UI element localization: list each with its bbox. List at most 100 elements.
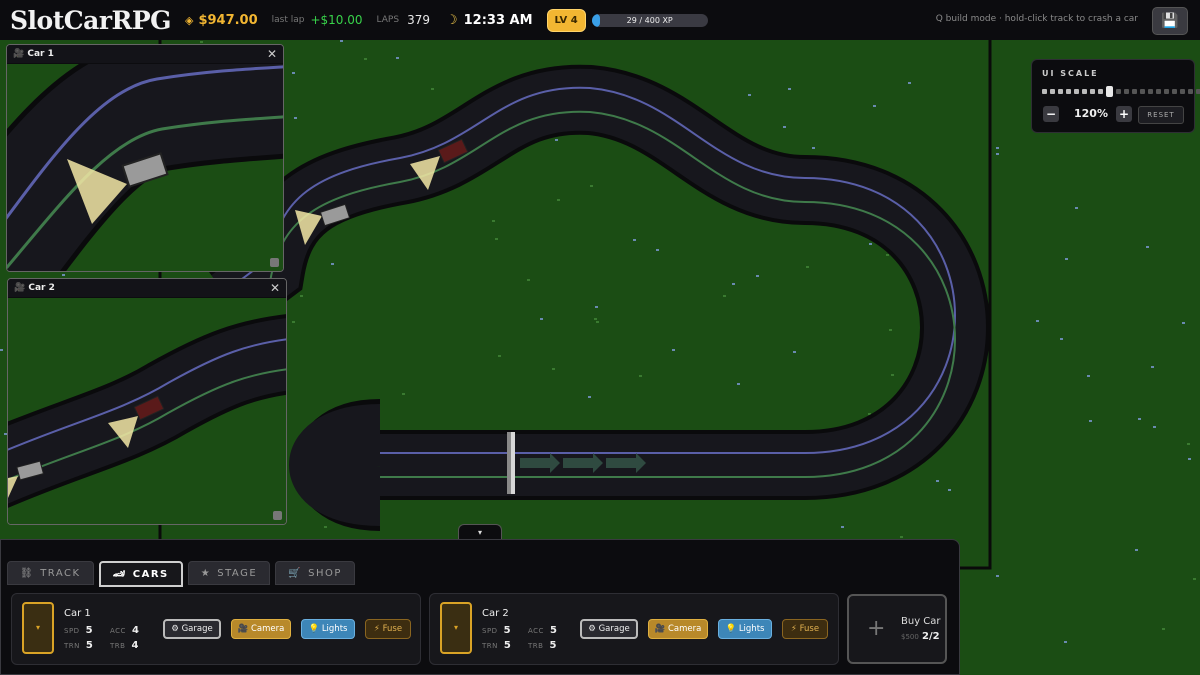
slider-knob[interactable] [1106, 86, 1113, 97]
camera-button[interactable]: 🎥 Camera [231, 619, 291, 639]
tab-cars[interactable]: 🏎 CARS [98, 561, 183, 587]
slider-step[interactable] [1058, 89, 1063, 94]
fuse-button[interactable]: ⚡ Fuse [365, 619, 411, 639]
money-display: ◈ $947.00 [185, 13, 258, 28]
slider-step[interactable] [1050, 89, 1055, 94]
grass-tuft [492, 220, 495, 222]
grass-tuft [996, 153, 999, 155]
garage-button[interactable]: ⚙ Garage [580, 619, 638, 639]
tab-shop[interactable]: 🛒 SHOP [275, 561, 355, 585]
grass-tuft [527, 279, 530, 281]
slider-step[interactable] [1172, 89, 1177, 94]
cart-icon: 🛒 [288, 567, 303, 579]
lights-button[interactable]: 💡 Lights [301, 619, 355, 639]
scale-decrease-button[interactable]: − [1043, 106, 1059, 122]
buy-car-label: Buy Car [901, 616, 941, 627]
slider-step[interactable] [1188, 89, 1193, 94]
grass-tuft [596, 321, 599, 323]
stat-trn: TRN 5 [482, 640, 512, 651]
grass-tuft [948, 489, 951, 491]
resize-handle[interactable] [273, 511, 282, 520]
grass-tuft [841, 526, 844, 528]
camera-icon: 🎥 [14, 283, 26, 293]
camera-window-car-1[interactable]: 🎥 Car 1 ✕ [6, 44, 284, 272]
grass-tuft [869, 243, 872, 245]
slider-step[interactable] [1042, 89, 1047, 94]
garage-button[interactable]: ⚙ Garage [163, 619, 221, 639]
tab-stage[interactable]: ★ STAGE [187, 561, 271, 585]
grass-tuft [1065, 258, 1068, 260]
car-color-slot[interactable]: ▾ [22, 602, 54, 654]
save-button[interactable]: 💾 [1152, 7, 1188, 35]
slider-step[interactable] [1180, 89, 1185, 94]
ui-scale-panel: UI SCALE − 120% + RESET [1031, 59, 1200, 133]
coin-icon: ◈ [184, 13, 194, 27]
close-icon[interactable]: ✕ [270, 281, 280, 295]
grass-tuft [936, 480, 939, 482]
slider-step[interactable] [1066, 89, 1071, 94]
close-icon[interactable]: ✕ [267, 47, 277, 61]
resize-handle[interactable] [270, 258, 279, 267]
grass-tuft [498, 355, 501, 357]
grass-tuft [633, 239, 636, 241]
camera-header[interactable]: 🎥 Car 1 ✕ [7, 45, 283, 63]
slider-step[interactable] [1074, 89, 1079, 94]
tab-label: SHOP [308, 567, 342, 579]
slider-step[interactable] [1164, 89, 1169, 94]
slider-step[interactable] [1116, 89, 1121, 94]
car-color-slot[interactable]: ▾ [440, 602, 472, 654]
grass-tuft [1182, 322, 1185, 324]
slider-step[interactable] [1148, 89, 1153, 94]
slider-step[interactable] [1132, 89, 1137, 94]
camera-title-text: Car 2 [28, 283, 55, 293]
camera-title: 🎥 Car 2 [14, 283, 55, 293]
tab-track[interactable]: ⛓ TRACK [7, 561, 94, 585]
stat-acc: ACC 5 [528, 625, 558, 636]
lights-button[interactable]: 💡 Lights [718, 619, 772, 639]
grass-tuft [292, 321, 295, 323]
scale-value: 120% [1074, 107, 1108, 120]
finish-checker [507, 432, 511, 494]
grass-tuft [1153, 426, 1156, 428]
camera-title: 🎥 Car 1 [13, 49, 54, 59]
grass-tuft [1135, 549, 1138, 551]
slider-step[interactable] [1098, 89, 1103, 94]
grass-tuft [62, 274, 65, 276]
grass-tuft [1036, 320, 1039, 322]
slider-step[interactable] [1124, 89, 1129, 94]
grass-tuft [495, 238, 498, 240]
grass-tuft [0, 349, 3, 351]
bottom-panel: ⛓ TRACK 🏎 CARS ★ STAGE 🛒 SHOP ▾ Car 1 SPD 5 A… [0, 539, 960, 675]
grass-tuft [396, 57, 399, 59]
tab-label: CARS [132, 568, 169, 580]
fuse-button[interactable]: ⚡ Fuse [782, 619, 828, 639]
stat-trb: TRB 5 [528, 640, 557, 651]
grass-tuft [552, 368, 555, 370]
slider-step[interactable] [1196, 89, 1200, 94]
slider-step[interactable] [1140, 89, 1145, 94]
grass-tuft [1060, 338, 1063, 340]
buy-car-button[interactable]: + Buy Car $500 2/2 [847, 594, 947, 664]
grass-tuft [200, 41, 203, 43]
camera-window-car-2[interactable]: 🎥 Car 2 ✕ [7, 278, 287, 525]
level-badge: LV 4 [546, 8, 586, 32]
car-card-2: ▾ Car 2 SPD 5 ACC 5 TRN 5 TRB 5 ⚙ Garage 🎥 C… [429, 593, 839, 665]
car-count: 2/2 [922, 631, 940, 642]
build-mode-hint: Q build mode · hold-click track to crash… [935, 14, 1138, 24]
grass-tuft [300, 295, 303, 297]
plus-icon: + [867, 616, 886, 641]
grass-tuft [595, 306, 598, 308]
grass-tuft [1187, 443, 1190, 445]
camera-header[interactable]: 🎥 Car 2 ✕ [8, 279, 286, 297]
camera-button[interactable]: 🎥 Camera [648, 619, 708, 639]
slider-step[interactable] [1156, 89, 1161, 94]
grass-tuft [737, 383, 740, 385]
scale-increase-button[interactable]: + [1116, 106, 1132, 122]
grass-tuft [1064, 641, 1067, 643]
grass-tuft [590, 185, 593, 187]
slider-step[interactable] [1090, 89, 1095, 94]
ui-scale-slider[interactable] [1042, 86, 1200, 97]
slider-step[interactable] [1082, 89, 1087, 94]
grass-tuft [812, 147, 815, 149]
scale-reset-button[interactable]: RESET [1138, 106, 1184, 124]
